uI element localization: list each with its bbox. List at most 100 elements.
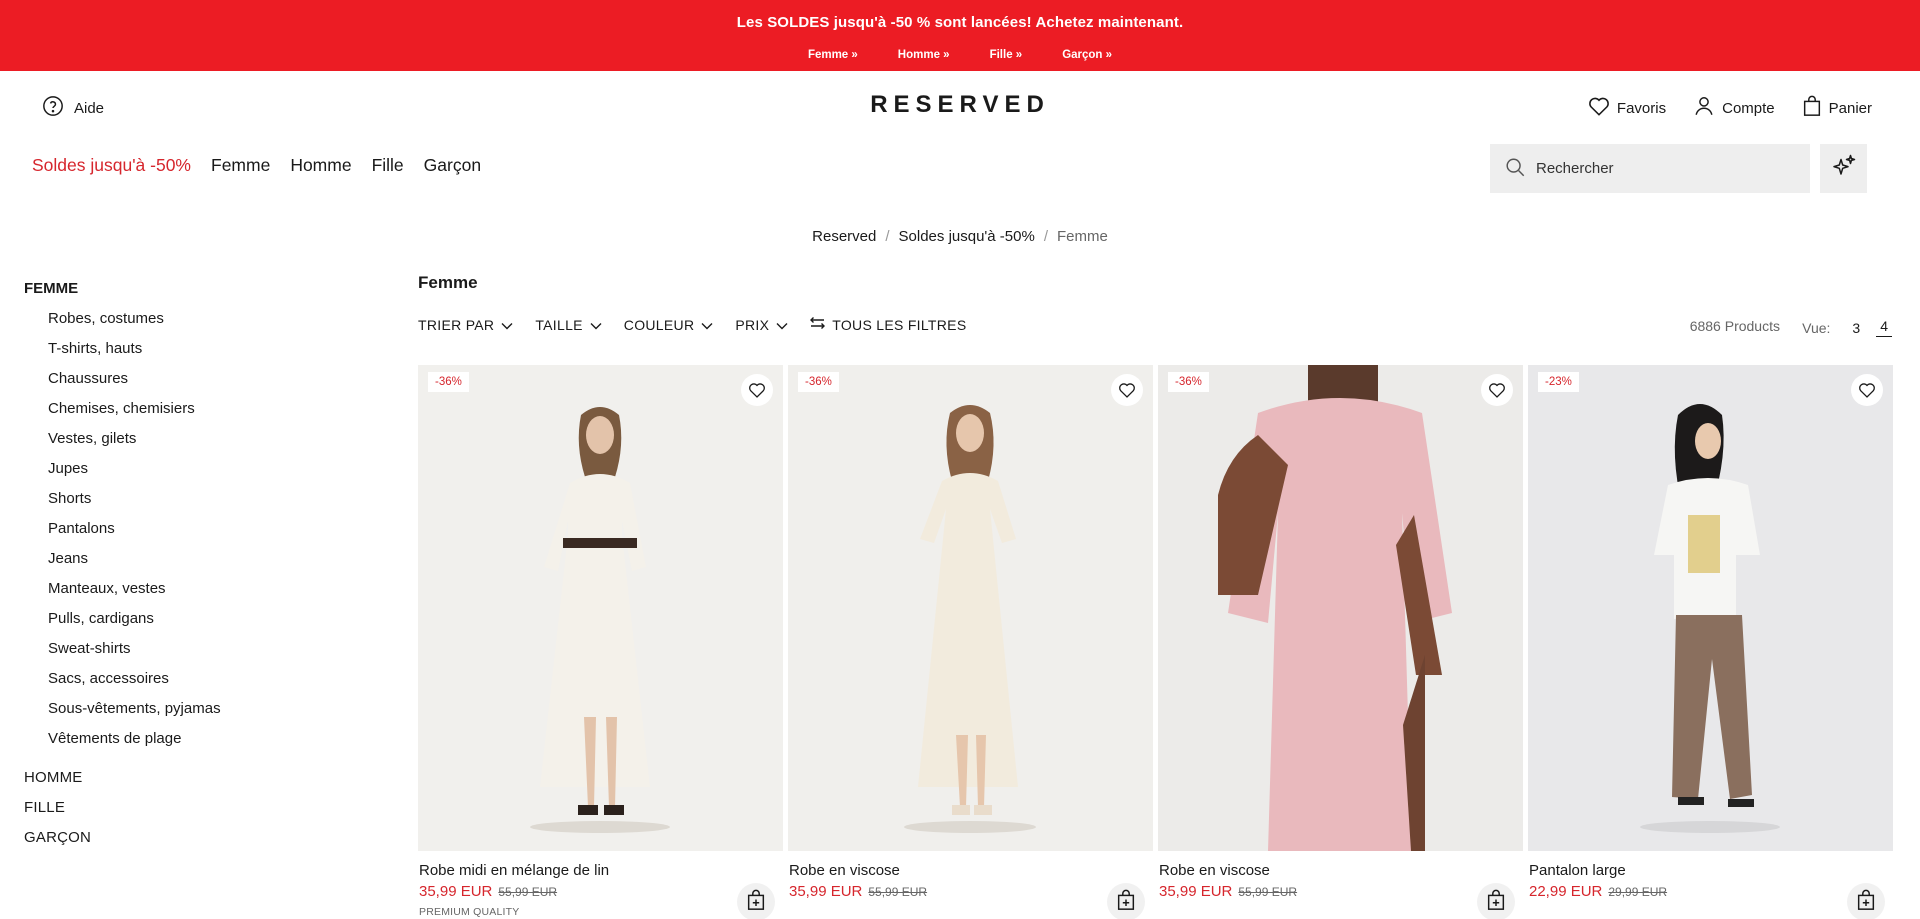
product-image[interactable]: -36% bbox=[788, 365, 1153, 851]
filter-bar: TRIER PAR TAILLE COULEUR PRIX TOUS LES F… bbox=[418, 316, 966, 333]
favorites-link[interactable]: Favoris bbox=[1588, 95, 1666, 121]
discount-badge: -36% bbox=[428, 372, 469, 392]
promo-link-femme[interactable]: Femme » bbox=[808, 49, 858, 61]
all-filters-label: TOUS LES FILTRES bbox=[832, 316, 967, 333]
nav-item-fille[interactable]: Fille bbox=[372, 155, 404, 176]
favorites-label: Favoris bbox=[1616, 99, 1667, 117]
original-price: 55,99 EUR bbox=[1238, 885, 1298, 899]
sidebar-item-sweatshirts[interactable]: Sweat-shirts bbox=[24, 640, 221, 670]
product-card: -36% Robe en viscose 35,99 EUR 55,99 EUR bbox=[788, 365, 1153, 919]
account-link[interactable]: Compte bbox=[1693, 95, 1775, 121]
view-switcher: Vue: 3 4 bbox=[1802, 318, 1892, 337]
breadcrumb-current: Femme bbox=[1057, 228, 1108, 245]
sidebar-item-jupes[interactable]: Jupes bbox=[24, 460, 221, 490]
sidebar-item-sous-vetements[interactable]: Sous-vêtements, pyjamas bbox=[24, 700, 221, 730]
product-name[interactable]: Robe en viscose bbox=[1159, 862, 1523, 879]
nav-item-sale[interactable]: Soldes jusqu'à -50% bbox=[32, 155, 191, 176]
favorite-button[interactable] bbox=[1481, 374, 1513, 406]
favorite-button[interactable] bbox=[741, 374, 773, 406]
add-to-cart-button[interactable] bbox=[737, 883, 775, 919]
sidebar-category-homme[interactable]: HOMME bbox=[24, 769, 221, 799]
sidebar-heading[interactable]: FEMME bbox=[24, 280, 221, 310]
sidebar-item-shorts[interactable]: Shorts bbox=[24, 490, 221, 520]
sidebar-item-vestes[interactable]: Vestes, gilets bbox=[24, 430, 221, 460]
original-price: 55,99 EUR bbox=[498, 885, 558, 899]
nav-item-homme[interactable]: Homme bbox=[290, 155, 351, 176]
original-price: 29,99 EUR bbox=[1608, 885, 1668, 899]
product-prices: 35,99 EUR 55,99 EUR bbox=[1159, 883, 1523, 900]
category-sidebar: FEMME Robes, costumes T-shirts, hauts Ch… bbox=[24, 280, 221, 859]
product-prices: 35,99 EUR 55,99 EUR bbox=[419, 883, 783, 900]
cart-link[interactable]: Panier bbox=[1802, 95, 1872, 121]
sale-price: 35,99 EUR bbox=[789, 883, 863, 900]
bag-plus-icon bbox=[1856, 889, 1876, 916]
sidebar-item-plage[interactable]: Vêtements de plage bbox=[24, 730, 221, 760]
favorite-button[interactable] bbox=[1111, 374, 1143, 406]
nav-item-femme[interactable]: Femme bbox=[211, 155, 270, 176]
chevron-down-icon bbox=[776, 317, 788, 333]
add-to-cart-button[interactable] bbox=[1477, 883, 1515, 919]
sidebar-item-chemises[interactable]: Chemises, chemisiers bbox=[24, 400, 221, 430]
promo-link-fille[interactable]: Fille » bbox=[990, 49, 1023, 61]
product-photo bbox=[1158, 365, 1523, 851]
product-card: -36% Robe en viscose 35,99 EUR 55,99 EUR bbox=[1158, 365, 1523, 919]
product-grid: -36% Robe midi en mélange de lin 35,99 E… bbox=[418, 365, 1893, 919]
product-card: -36% Robe midi en mélange de lin 35,99 E… bbox=[418, 365, 783, 919]
sidebar-item-pantalons[interactable]: Pantalons bbox=[24, 520, 221, 550]
product-name[interactable]: Pantalon large bbox=[1529, 862, 1893, 879]
product-photo bbox=[788, 365, 1153, 851]
sidebar-category-garcon[interactable]: GARÇON bbox=[24, 829, 221, 859]
promo-title[interactable]: Les SOLDES jusqu'à -50 % sont lancées! A… bbox=[0, 14, 1920, 31]
sale-price: 22,99 EUR bbox=[1529, 883, 1603, 900]
favorite-button[interactable] bbox=[1851, 374, 1883, 406]
quality-tag: PREMIUM QUALITY bbox=[419, 906, 520, 918]
product-card: -23% Pantalon large 22,99 EUR 29,99 EUR bbox=[1528, 365, 1893, 919]
sliders-icon bbox=[810, 316, 826, 333]
product-name[interactable]: Robe midi en mélange de lin bbox=[419, 862, 783, 879]
cart-label: Panier bbox=[1828, 99, 1872, 117]
bag-plus-icon bbox=[1116, 889, 1136, 916]
add-to-cart-button[interactable] bbox=[1107, 883, 1145, 919]
sidebar-category-fille[interactable]: FILLE bbox=[24, 799, 221, 829]
sidebar-item-pulls[interactable]: Pulls, cardigans bbox=[24, 610, 221, 640]
breadcrumb-separator: / bbox=[1043, 228, 1048, 245]
all-filters-button[interactable]: TOUS LES FILTRES bbox=[810, 316, 966, 333]
product-name[interactable]: Robe en viscose bbox=[789, 862, 1153, 879]
sidebar-item-sacs[interactable]: Sacs, accessoires bbox=[24, 670, 221, 700]
nav-item-garcon[interactable]: Garçon bbox=[424, 155, 481, 176]
sidebar-item-manteaux[interactable]: Manteaux, vestes bbox=[24, 580, 221, 610]
sidebar-item-robes[interactable]: Robes, costumes bbox=[24, 310, 221, 340]
user-actions: Favoris Compte Panier bbox=[1588, 95, 1872, 121]
ai-search-button[interactable] bbox=[1820, 144, 1867, 193]
bag-plus-icon bbox=[1486, 889, 1506, 916]
product-photo bbox=[418, 365, 783, 851]
product-image[interactable]: -36% bbox=[418, 365, 783, 851]
promo-link-garcon[interactable]: Garçon » bbox=[1062, 49, 1112, 61]
account-label: Compte bbox=[1722, 99, 1775, 117]
breadcrumb-sale[interactable]: Soldes jusqu'à -50% bbox=[899, 228, 1035, 245]
search-input[interactable]: Rechercher bbox=[1490, 144, 1810, 193]
breadcrumb-reserved[interactable]: Reserved bbox=[812, 228, 876, 245]
product-image[interactable]: -23% bbox=[1528, 365, 1893, 851]
user-icon bbox=[1693, 95, 1715, 121]
sidebar-item-tshirts[interactable]: T-shirts, hauts bbox=[24, 340, 221, 370]
sparkles-icon bbox=[1831, 153, 1857, 184]
shopping-bag-icon bbox=[1802, 95, 1822, 121]
view-option-3[interactable]: 3 bbox=[1848, 320, 1864, 336]
filter-sort[interactable]: TRIER PAR bbox=[418, 317, 513, 333]
filter-price[interactable]: PRIX bbox=[735, 317, 788, 333]
logo-text[interactable]: RESERVED bbox=[870, 91, 1050, 119]
view-option-4[interactable]: 4 bbox=[1876, 318, 1892, 337]
filter-size[interactable]: TAILLE bbox=[535, 317, 602, 333]
sidebar-item-chaussures[interactable]: Chaussures bbox=[24, 370, 221, 400]
product-photo bbox=[1528, 365, 1893, 851]
product-prices: 35,99 EUR 55,99 EUR bbox=[789, 883, 1153, 900]
filter-color[interactable]: COULEUR bbox=[624, 317, 714, 333]
filter-color-label: COULEUR bbox=[623, 316, 695, 333]
add-to-cart-button[interactable] bbox=[1847, 883, 1885, 919]
main-nav: Soldes jusqu'à -50% Femme Homme Fille Ga… bbox=[32, 155, 481, 176]
promo-link-homme[interactable]: Homme » bbox=[898, 49, 950, 61]
sidebar-item-jeans[interactable]: Jeans bbox=[24, 550, 221, 580]
product-image[interactable]: -36% bbox=[1158, 365, 1523, 851]
filter-sort-label: TRIER PAR bbox=[418, 316, 495, 333]
